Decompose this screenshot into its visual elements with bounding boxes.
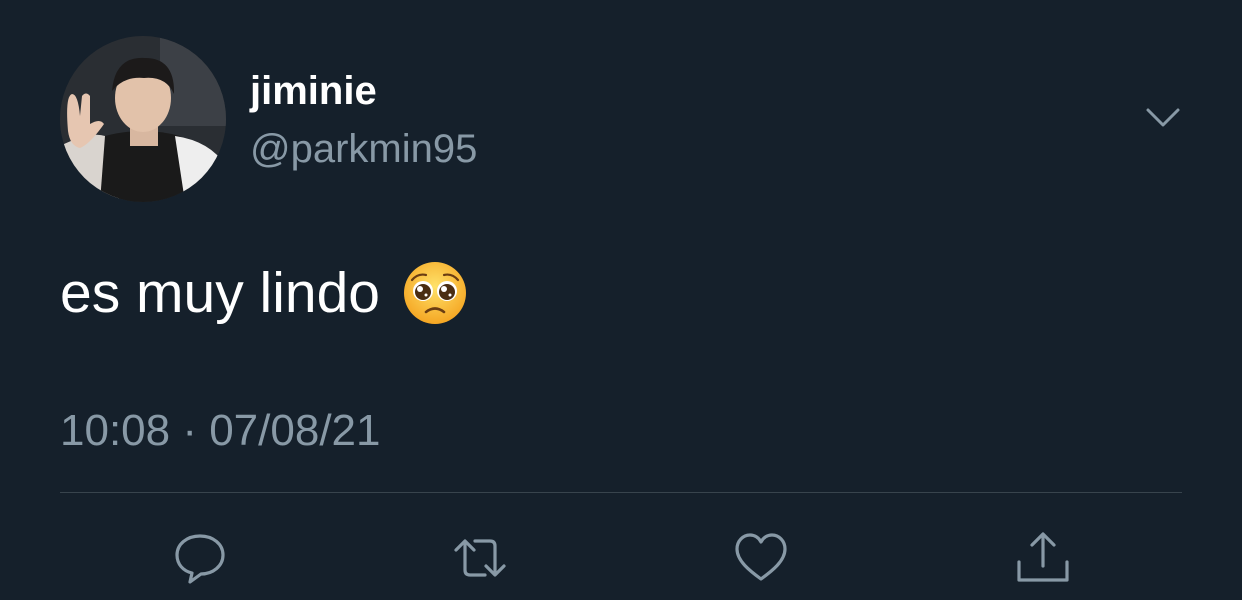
reply-button[interactable] (172, 530, 228, 586)
reply-icon (175, 534, 225, 584)
tweet-menu-button[interactable] (1140, 98, 1186, 138)
retweet-icon (454, 539, 506, 577)
retweet-button[interactable] (452, 530, 508, 586)
tweet-text: es muy lindo (60, 258, 468, 328)
display-name[interactable]: jiminie (250, 66, 377, 116)
avatar-image (60, 36, 226, 202)
share-icon (1017, 532, 1069, 582)
heart-icon (735, 533, 787, 581)
tweet-detail: jiminie @parkmin95 es muy lindo 10:08 · … (0, 0, 1242, 600)
like-button[interactable] (733, 530, 789, 586)
tweet-text-content: es muy lindo (60, 261, 380, 325)
divider (60, 492, 1182, 493)
tweet-timestamp[interactable]: 10:08 · 07/08/21 (60, 404, 380, 458)
share-button[interactable] (1015, 530, 1071, 586)
user-handle[interactable]: @parkmin95 (250, 124, 477, 174)
pleading-face-emoji (402, 260, 468, 326)
chevron-down-icon (1146, 108, 1180, 127)
avatar[interactable] (60, 36, 226, 202)
